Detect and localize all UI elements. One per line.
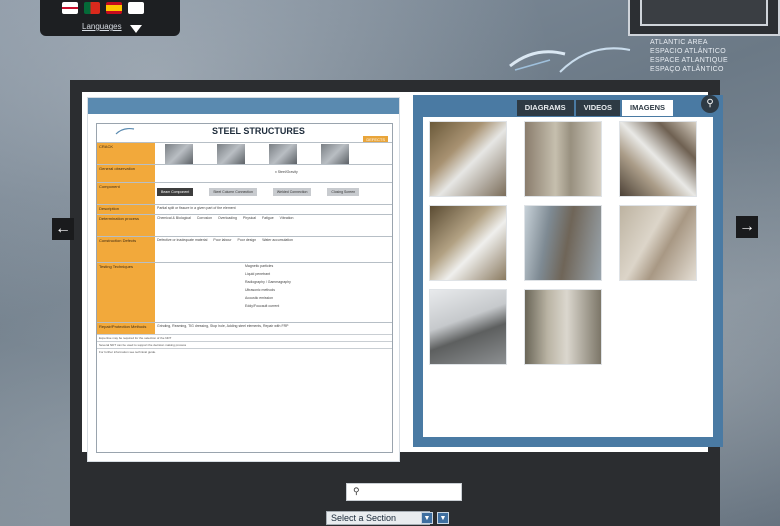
cell: Partial split or fissure in a given part… <box>157 206 236 210</box>
gallery-thumbnail[interactable] <box>524 121 602 197</box>
top-right-frame <box>628 0 780 36</box>
brand-line-3: ESPACE ATLANTIQUE <box>650 57 728 64</box>
top-right-frame-inner <box>640 0 768 26</box>
media-tabs: DIAGRAMS VIDEOS IMAGENS <box>516 100 673 116</box>
cell: Chemical & Biological <box>157 216 191 220</box>
chevron-down-icon[interactable] <box>130 25 142 33</box>
chevron-down-icon[interactable]: ▼ <box>421 512 433 524</box>
doc-logo-icon <box>115 127 135 135</box>
row-cells: Beam Component Steel Column Connection W… <box>155 183 392 204</box>
brand-text: ATLANTIC AREA ESPACIO ATLÁNTICO ESPACE A… <box>650 38 728 74</box>
tab-imagens[interactable]: IMAGENS <box>621 100 673 116</box>
table-row: Component Beam Component Steel Column Co… <box>97 182 392 204</box>
row-label: Testing Techniques <box>97 263 155 322</box>
row-label: Repair/Protection Methods <box>97 323 155 334</box>
table-row: CRACK <box>97 142 392 164</box>
brand-logo-icon <box>509 47 631 73</box>
languages-link[interactable]: Languages <box>82 22 122 31</box>
closing-screen-button[interactable]: Closing Screen <box>327 188 360 196</box>
fr-flag-icon[interactable] <box>128 2 144 14</box>
search-input[interactable]: ⚲ <box>346 483 462 501</box>
gallery-thumbnail[interactable] <box>429 205 507 281</box>
search-icon: ⚲ <box>353 486 360 496</box>
welded-connection-button[interactable]: Welded Connection <box>272 188 312 196</box>
row-label: CRACK <box>97 143 155 164</box>
gallery-thumbnail[interactable] <box>619 205 697 281</box>
steel-column-button[interactable]: Steel Column Connection <box>209 188 257 196</box>
row-cells: Chemical & Biological Corrosion Overload… <box>155 215 392 236</box>
tab-videos[interactable]: VIDEOS <box>575 100 620 116</box>
section-select[interactable]: Select a Section <box>326 511 430 525</box>
prev-arrow-icon[interactable]: ← <box>52 218 74 240</box>
defect-image[interactable] <box>217 144 245 164</box>
row-label: Description <box>97 205 155 214</box>
document-note: For further information see technical gu… <box>97 348 392 355</box>
gallery-thumbnail[interactable] <box>429 289 507 365</box>
table-row: Repair/Protection Methods Grinding, Ream… <box>97 322 392 334</box>
defect-sheet: STEEL STRUCTURES DEFECTS CRACK General o… <box>96 123 393 453</box>
row-label: Construction Defects <box>97 237 155 262</box>
cell: Fatigue <box>261 216 274 220</box>
cell: Physical <box>242 216 256 220</box>
media-panel: DIAGRAMS VIDEOS IMAGENS ⚲ <box>413 95 723 447</box>
cell: x Steel/Gravity <box>275 170 298 174</box>
defect-image[interactable] <box>321 144 349 164</box>
chevron-down-icon[interactable]: ▼ <box>437 512 449 524</box>
cell: Acoustic emission <box>245 296 274 300</box>
row-label: Determination process <box>97 215 155 236</box>
gallery-thumbnail[interactable] <box>524 289 602 365</box>
language-bar: Languages <box>40 0 180 36</box>
zoom-search-icon[interactable]: ⚲ <box>701 95 719 113</box>
pt-flag-icon[interactable] <box>84 2 100 14</box>
defect-image[interactable] <box>165 144 193 164</box>
cell: Poor labour <box>213 238 232 242</box>
tab-diagrams[interactable]: DIAGRAMS <box>516 100 574 116</box>
uk-flag-icon[interactable] <box>62 2 78 14</box>
gallery-thumbnail[interactable] <box>429 121 507 197</box>
document-card-header <box>88 98 399 114</box>
row-images <box>155 143 392 164</box>
table-row: Description Partial split or fissure in … <box>97 204 392 214</box>
cell: Magnetic particles <box>245 264 274 268</box>
document-card: STEEL STRUCTURES DEFECTS CRACK General o… <box>87 97 400 462</box>
table-row: Testing Techniques Magnetic particles Li… <box>97 262 392 322</box>
defect-image[interactable] <box>269 144 297 164</box>
es-flag-icon[interactable] <box>106 2 122 14</box>
cell: Eddy/Foucault current <box>245 304 280 308</box>
defect-table: CRACK General observation x Steel/Gravit… <box>97 142 392 355</box>
row-cells: Partial split or fissure in a given part… <box>155 205 392 214</box>
table-row: Determination process Chemical & Biologi… <box>97 214 392 236</box>
cell: Liquid penetrant <box>245 272 271 276</box>
cell: Water accumulation <box>262 238 293 242</box>
cell: Defective or inadequate material <box>157 238 208 242</box>
document-note: Expertise may be required for the select… <box>97 334 392 341</box>
row-label: Component <box>97 183 155 204</box>
row-cells: Magnetic particles Liquid penetrant Radi… <box>155 263 392 322</box>
document-note: Several NDT can be used to support the d… <box>97 341 392 348</box>
row-cells: Defective or inadequate material Poor la… <box>155 237 392 262</box>
flag-list <box>62 2 144 14</box>
brand-line-2: ESPACIO ATLÁNTICO <box>650 48 727 55</box>
next-arrow-icon[interactable]: → <box>736 216 758 238</box>
row-cells: Grinding, Reaming, TIG dressing, Stop ho… <box>155 323 392 334</box>
cell: Vibration <box>279 216 294 220</box>
brand-line-4: ESPAÇO ATLÂNTICO <box>650 66 724 73</box>
row-cells: x Steel/Gravity <box>155 165 392 182</box>
beam-component-button[interactable]: Beam Component <box>157 188 194 196</box>
document-title: STEEL STRUCTURES <box>212 126 305 136</box>
cell: Radiography / Gammagraphy <box>245 280 291 284</box>
brand-line-1: ATLANTIC AREA <box>650 39 708 46</box>
row-label: General observation <box>97 165 155 182</box>
cell: Poor design <box>237 238 257 242</box>
image-gallery <box>423 117 713 437</box>
cell: Corrosion <box>196 216 213 220</box>
table-row: Construction Defects Defective or inadeq… <box>97 236 392 262</box>
cell: Ultrasonic methods <box>245 288 275 292</box>
cell: Grinding, Reaming, TIG dressing, Stop ho… <box>157 324 289 328</box>
cell: Overloading <box>218 216 237 220</box>
table-row: General observation x Steel/Gravity <box>97 164 392 182</box>
gallery-thumbnail[interactable] <box>619 121 697 197</box>
gallery-thumbnail[interactable] <box>524 205 602 281</box>
